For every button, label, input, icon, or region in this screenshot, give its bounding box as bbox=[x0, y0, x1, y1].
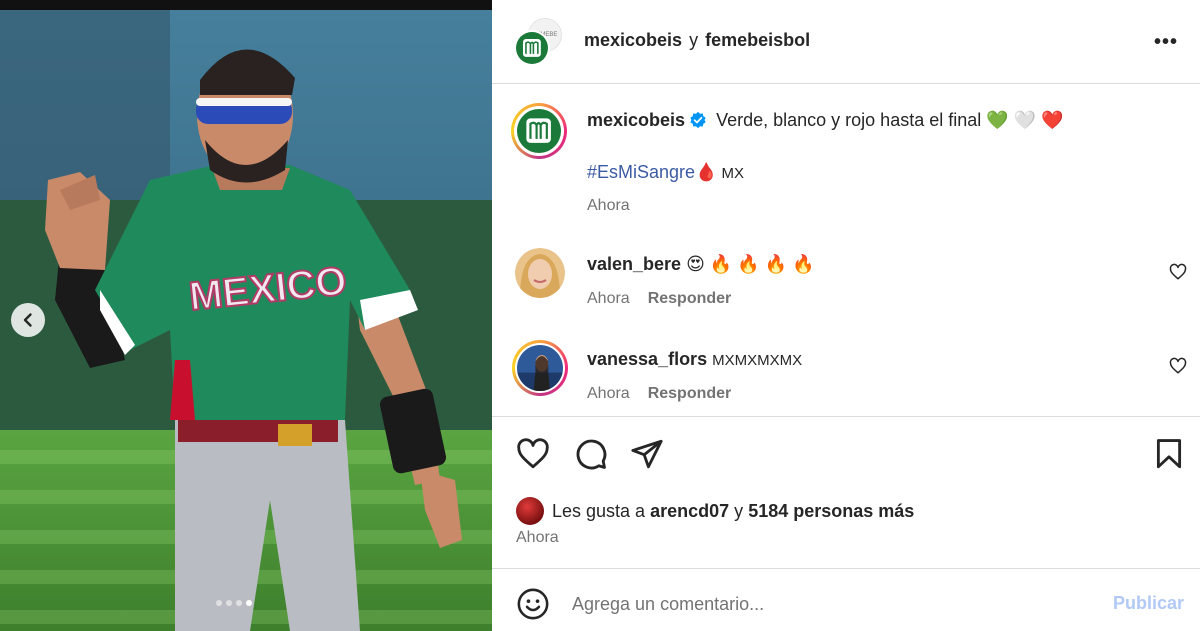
carousel-dot bbox=[236, 600, 242, 606]
like-comment-heart-icon[interactable] bbox=[1169, 357, 1187, 375]
caption-emoji: 🤍 bbox=[1013, 110, 1037, 130]
more-options-button[interactable]: ••• bbox=[1154, 32, 1178, 52]
post-header: FEMEBE mexicobeis y femebeisbol ••• bbox=[492, 0, 1200, 84]
reply-button[interactable]: Responder bbox=[648, 290, 732, 308]
likes-summary[interactable]: Les gusta a arencd07 y 5184 personas más bbox=[516, 497, 914, 525]
mexicobeis-logo bbox=[517, 109, 561, 153]
avatar-photo bbox=[515, 248, 565, 298]
emoji-icon[interactable] bbox=[516, 587, 550, 621]
share-icon[interactable] bbox=[630, 437, 664, 471]
post-actions: Les gusta a arencd07 y 5184 personas más… bbox=[492, 416, 1200, 568]
comment-meta: Ahora Responder bbox=[587, 385, 731, 403]
carousel-dot bbox=[216, 600, 222, 606]
caption-suffix: MX bbox=[721, 165, 744, 182]
bookmark-icon[interactable] bbox=[1152, 437, 1186, 471]
comment-text: MXMXMXMX bbox=[712, 352, 803, 369]
likes-count[interactable]: 5184 personas más bbox=[748, 501, 914, 522]
post-timestamp[interactable]: Ahora bbox=[516, 529, 559, 547]
caption-emoji: ❤️ bbox=[1041, 110, 1064, 130]
caption-hashtags: #EsMiSangre🩸 MX bbox=[587, 162, 744, 183]
comment-username[interactable]: vanessa_flors bbox=[587, 349, 707, 369]
likes-prefix: Les gusta a bbox=[552, 500, 646, 521]
comment-timestamp[interactable]: Ahora bbox=[587, 385, 630, 403]
liker-username[interactable]: arencd07 bbox=[650, 501, 729, 522]
liker-avatar[interactable] bbox=[516, 497, 544, 525]
blood-drop-emoji: 🩸 bbox=[695, 162, 718, 182]
caption-text: Verde, blanco y rojo hasta el final bbox=[716, 110, 982, 130]
m-logo-icon bbox=[523, 39, 541, 57]
caption-author-avatar[interactable] bbox=[511, 103, 567, 159]
authors-joiner: y bbox=[689, 30, 699, 50]
like-comment-heart-icon[interactable] bbox=[1169, 263, 1187, 281]
caption-emoji: 💚 bbox=[986, 110, 1009, 130]
comment: valen_bere 😍 🔥 🔥 🔥 🔥 bbox=[587, 254, 815, 275]
comment-meta: Ahora Responder bbox=[587, 290, 731, 308]
more-icon: ••• bbox=[1153, 31, 1178, 53]
post-media[interactable]: MEXICO bbox=[0, 0, 492, 631]
comment-icon[interactable] bbox=[574, 437, 608, 471]
carousel-indicator bbox=[216, 600, 252, 606]
chevron-left-icon bbox=[23, 313, 32, 327]
carousel-dot bbox=[226, 600, 232, 606]
post-authors: mexicobeis y femebeisbol bbox=[584, 30, 810, 51]
heart-icon[interactable] bbox=[516, 437, 550, 471]
carousel-dot-active bbox=[246, 600, 252, 606]
author-avatar[interactable] bbox=[514, 30, 550, 66]
comment-text: 😍 🔥 🔥 🔥 🔥 bbox=[686, 254, 815, 274]
commenter-avatar[interactable] bbox=[512, 340, 568, 396]
caption: mexicobeis Verde, blanco y rojo hasta el… bbox=[587, 110, 1064, 131]
hashtag-link[interactable]: #EsMiSangre bbox=[587, 162, 695, 182]
comment-composer: Publicar bbox=[492, 568, 1200, 631]
m-logo-icon bbox=[526, 118, 552, 144]
publish-button[interactable]: Publicar bbox=[1113, 593, 1184, 614]
verified-icon bbox=[690, 111, 706, 129]
likes-joiner: y bbox=[734, 500, 744, 521]
post-details-panel: FEMEBE mexicobeis y femebeisbol ••• bbox=[492, 0, 1200, 631]
carousel-prev-button[interactable] bbox=[11, 303, 45, 337]
comment-input[interactable] bbox=[572, 589, 1092, 619]
collaborator-username[interactable]: femebeisbol bbox=[705, 30, 810, 50]
avatar-photo bbox=[517, 345, 563, 391]
post-photo: MEXICO bbox=[0, 0, 492, 631]
mexicobeis-logo bbox=[516, 32, 548, 64]
reply-button[interactable]: Responder bbox=[648, 385, 732, 403]
caption-username[interactable]: mexicobeis bbox=[587, 110, 685, 130]
comment-timestamp[interactable]: Ahora bbox=[587, 290, 630, 308]
author-username[interactable]: mexicobeis bbox=[584, 30, 682, 50]
comment: vanessa_flors MXMXMXMX bbox=[587, 349, 802, 370]
caption-timestamp[interactable]: Ahora bbox=[587, 197, 630, 215]
commenter-avatar[interactable] bbox=[515, 248, 565, 298]
comment-username[interactable]: valen_bere bbox=[587, 254, 681, 274]
